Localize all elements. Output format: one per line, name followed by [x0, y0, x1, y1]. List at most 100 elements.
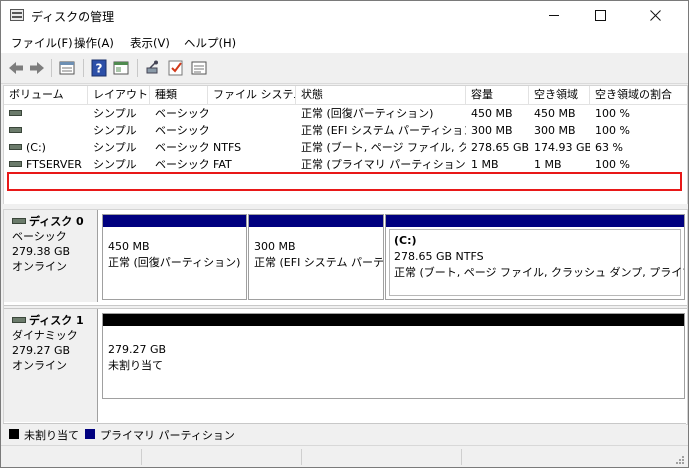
disk-info-0[interactable]: ディスク 0 ベーシック 279.38 GB オンライン: [4, 210, 98, 302]
disk-size: 279.38 GB: [12, 245, 71, 258]
partition-c-drive[interactable]: (C:) 278.65 GB NTFS 正常 (ブート, ページ ファイル, ク…: [385, 214, 685, 300]
partition-status: 未割り当て: [108, 359, 163, 372]
legend-label-unallocated: 未割り当て: [24, 429, 79, 442]
table-row[interactable]: シンプル ベーシック 正常 (EFI システム パーティション) 300 MB …: [4, 123, 687, 139]
partition-bar: [249, 215, 383, 227]
partition-unallocated[interactable]: 279.27 GB 未割り当て: [102, 313, 685, 399]
cell-free-percent: 100 %: [595, 124, 630, 137]
disk-state: オンライン: [12, 359, 67, 372]
maximize-icon: [594, 10, 606, 21]
disk-row-0: ディスク 0 ベーシック 279.38 GB オンライン 450 MB 正常 (…: [4, 210, 687, 302]
column-header-volume[interactable]: ボリューム: [4, 86, 88, 104]
cell-filesystem: [208, 123, 296, 139]
menu-action[interactable]: 操作(A): [74, 35, 114, 51]
table-row[interactable]: (C:) シンプル ベーシック NTFS 正常 (ブート, ページ ファイル, …: [4, 140, 687, 156]
partition-efi[interactable]: 300 MB 正常 (EFI システム パーティ: [248, 214, 384, 300]
cell-free-percent: 100 %: [595, 158, 630, 171]
cell-volume: [4, 106, 88, 122]
resize-grip-icon[interactable]: [674, 454, 685, 465]
window-title: ディスクの管理: [31, 10, 115, 24]
disk-name: ディスク 0: [29, 215, 84, 228]
title-bar[interactable]: ディスクの管理: [1, 1, 688, 31]
volume-icon: [9, 161, 22, 167]
column-header-free-space[interactable]: 空き領域: [529, 86, 590, 104]
minimize-button[interactable]: [531, 1, 577, 31]
partition-size: 278.65 GB NTFS: [394, 250, 484, 263]
cell-capacity: 278.65 GB: [471, 141, 529, 154]
disk-icon: [12, 317, 26, 323]
disk-state: オンライン: [12, 260, 67, 273]
disk-icon: [12, 218, 26, 224]
table-row[interactable]: シンプル ベーシック 正常 (回復パーティション) 450 MB 450 MB …: [4, 106, 687, 122]
volume-icon: [9, 127, 22, 133]
partition-status: 正常 (EFI システム パーティ: [254, 256, 384, 269]
cell-volume: (C:): [4, 140, 88, 156]
cell-status: 正常 (ブート, ページ ファイル, クラ...: [301, 141, 466, 154]
legend-swatch-unallocated: [9, 429, 19, 439]
close-icon: [650, 10, 661, 21]
console-icon[interactable]: [112, 59, 130, 77]
checkmark-icon[interactable]: [167, 59, 185, 77]
disk-info-1[interactable]: ディスク 1 ダイナミック 279.27 GB オンライン: [4, 309, 98, 422]
partition-size: 279.27 GB: [108, 343, 167, 356]
volume-icon: [9, 144, 22, 150]
maximize-button[interactable]: [577, 1, 623, 31]
volume-icon: [9, 110, 22, 116]
column-header-free-percent[interactable]: 空き領域の割合: [590, 86, 687, 104]
cell-layout: シンプル: [93, 124, 137, 137]
partition-recovery[interactable]: 450 MB 正常 (回復パーティション): [102, 214, 247, 300]
partition-bar: [103, 314, 684, 326]
back-arrow-icon[interactable]: [7, 59, 25, 77]
disk-management-app-icon: [10, 9, 24, 21]
volume-list[interactable]: ボリューム レイアウト 種類 ファイル システム 状態 容量 空き領域 空き領域…: [3, 85, 688, 205]
toolbar-separator: [83, 59, 84, 77]
toolbar-separator: [137, 59, 138, 77]
connect-icon[interactable]: [144, 59, 162, 77]
cell-status: 正常 (回復パーティション): [301, 107, 434, 120]
partition-size: 450 MB: [108, 240, 150, 253]
cell-capacity: 450 MB: [471, 107, 513, 120]
cell-free-space: 450 MB: [534, 107, 576, 120]
properties-icon[interactable]: [190, 59, 208, 77]
cell-filesystem: [208, 106, 296, 122]
column-header-capacity[interactable]: 容量: [466, 86, 529, 104]
close-button[interactable]: [623, 1, 688, 31]
svg-text:?: ?: [96, 62, 103, 76]
status-segment: [141, 449, 142, 465]
legend: 未割り当て プライマリ パーティション: [3, 423, 686, 444]
status-segment: [301, 449, 302, 465]
forward-arrow-icon[interactable]: [28, 59, 46, 77]
table-row[interactable]: FTSERVER シンプル ベーシック FAT 正常 (プライマリ パーティショ…: [4, 157, 687, 173]
disk-map[interactable]: ディスク 0 ベーシック 279.38 GB オンライン 450 MB 正常 (…: [3, 209, 688, 425]
column-header-layout[interactable]: レイアウト: [88, 86, 150, 104]
menu-file[interactable]: ファイル(F): [11, 35, 73, 51]
cell-status: 正常 (EFI システム パーティション): [301, 124, 466, 137]
column-header-filesystem[interactable]: ファイル システム: [208, 86, 296, 104]
partition-size: 300 MB: [254, 240, 296, 253]
cell-free-percent: 100 %: [595, 107, 630, 120]
disk-kind: ダイナミック: [12, 329, 78, 342]
cell-volume: [4, 123, 88, 139]
cell-filesystem: NTFS: [213, 141, 242, 154]
status-bar: [1, 445, 688, 467]
cell-free-space: 174.93 GB: [534, 141, 590, 154]
toolbar-separator: [51, 59, 52, 77]
menu-help[interactable]: ヘルプ(H): [184, 35, 236, 51]
partition-bar: [103, 215, 246, 227]
partition-bar: [386, 215, 684, 227]
legend-label-primary: プライマリ パーティション: [100, 429, 235, 442]
status-segment: [461, 449, 462, 465]
column-header-status[interactable]: 状態: [296, 86, 466, 104]
cell-free-space: 1 MB: [534, 158, 562, 171]
highlight-box: [7, 172, 682, 191]
menu-view[interactable]: 表示(V): [130, 35, 170, 51]
menu-bar: ファイル(F) 操作(A) 表示(V) ヘルプ(H): [1, 31, 688, 53]
help-icon[interactable]: ?: [90, 59, 108, 77]
column-header-type[interactable]: 種類: [150, 86, 208, 104]
partition-status: 正常 (ブート, ページ ファイル, クラッシュ ダンプ, プライマリ パーティ: [394, 266, 684, 279]
disk-name: ディスク 1: [29, 314, 84, 327]
cell-free-space: 300 MB: [534, 124, 576, 137]
disk-row-1: ディスク 1 ダイナミック 279.27 GB オンライン 279.27 GB …: [4, 309, 687, 422]
cell-type: ベーシック: [155, 158, 208, 171]
disk-list-icon[interactable]: [58, 59, 76, 77]
